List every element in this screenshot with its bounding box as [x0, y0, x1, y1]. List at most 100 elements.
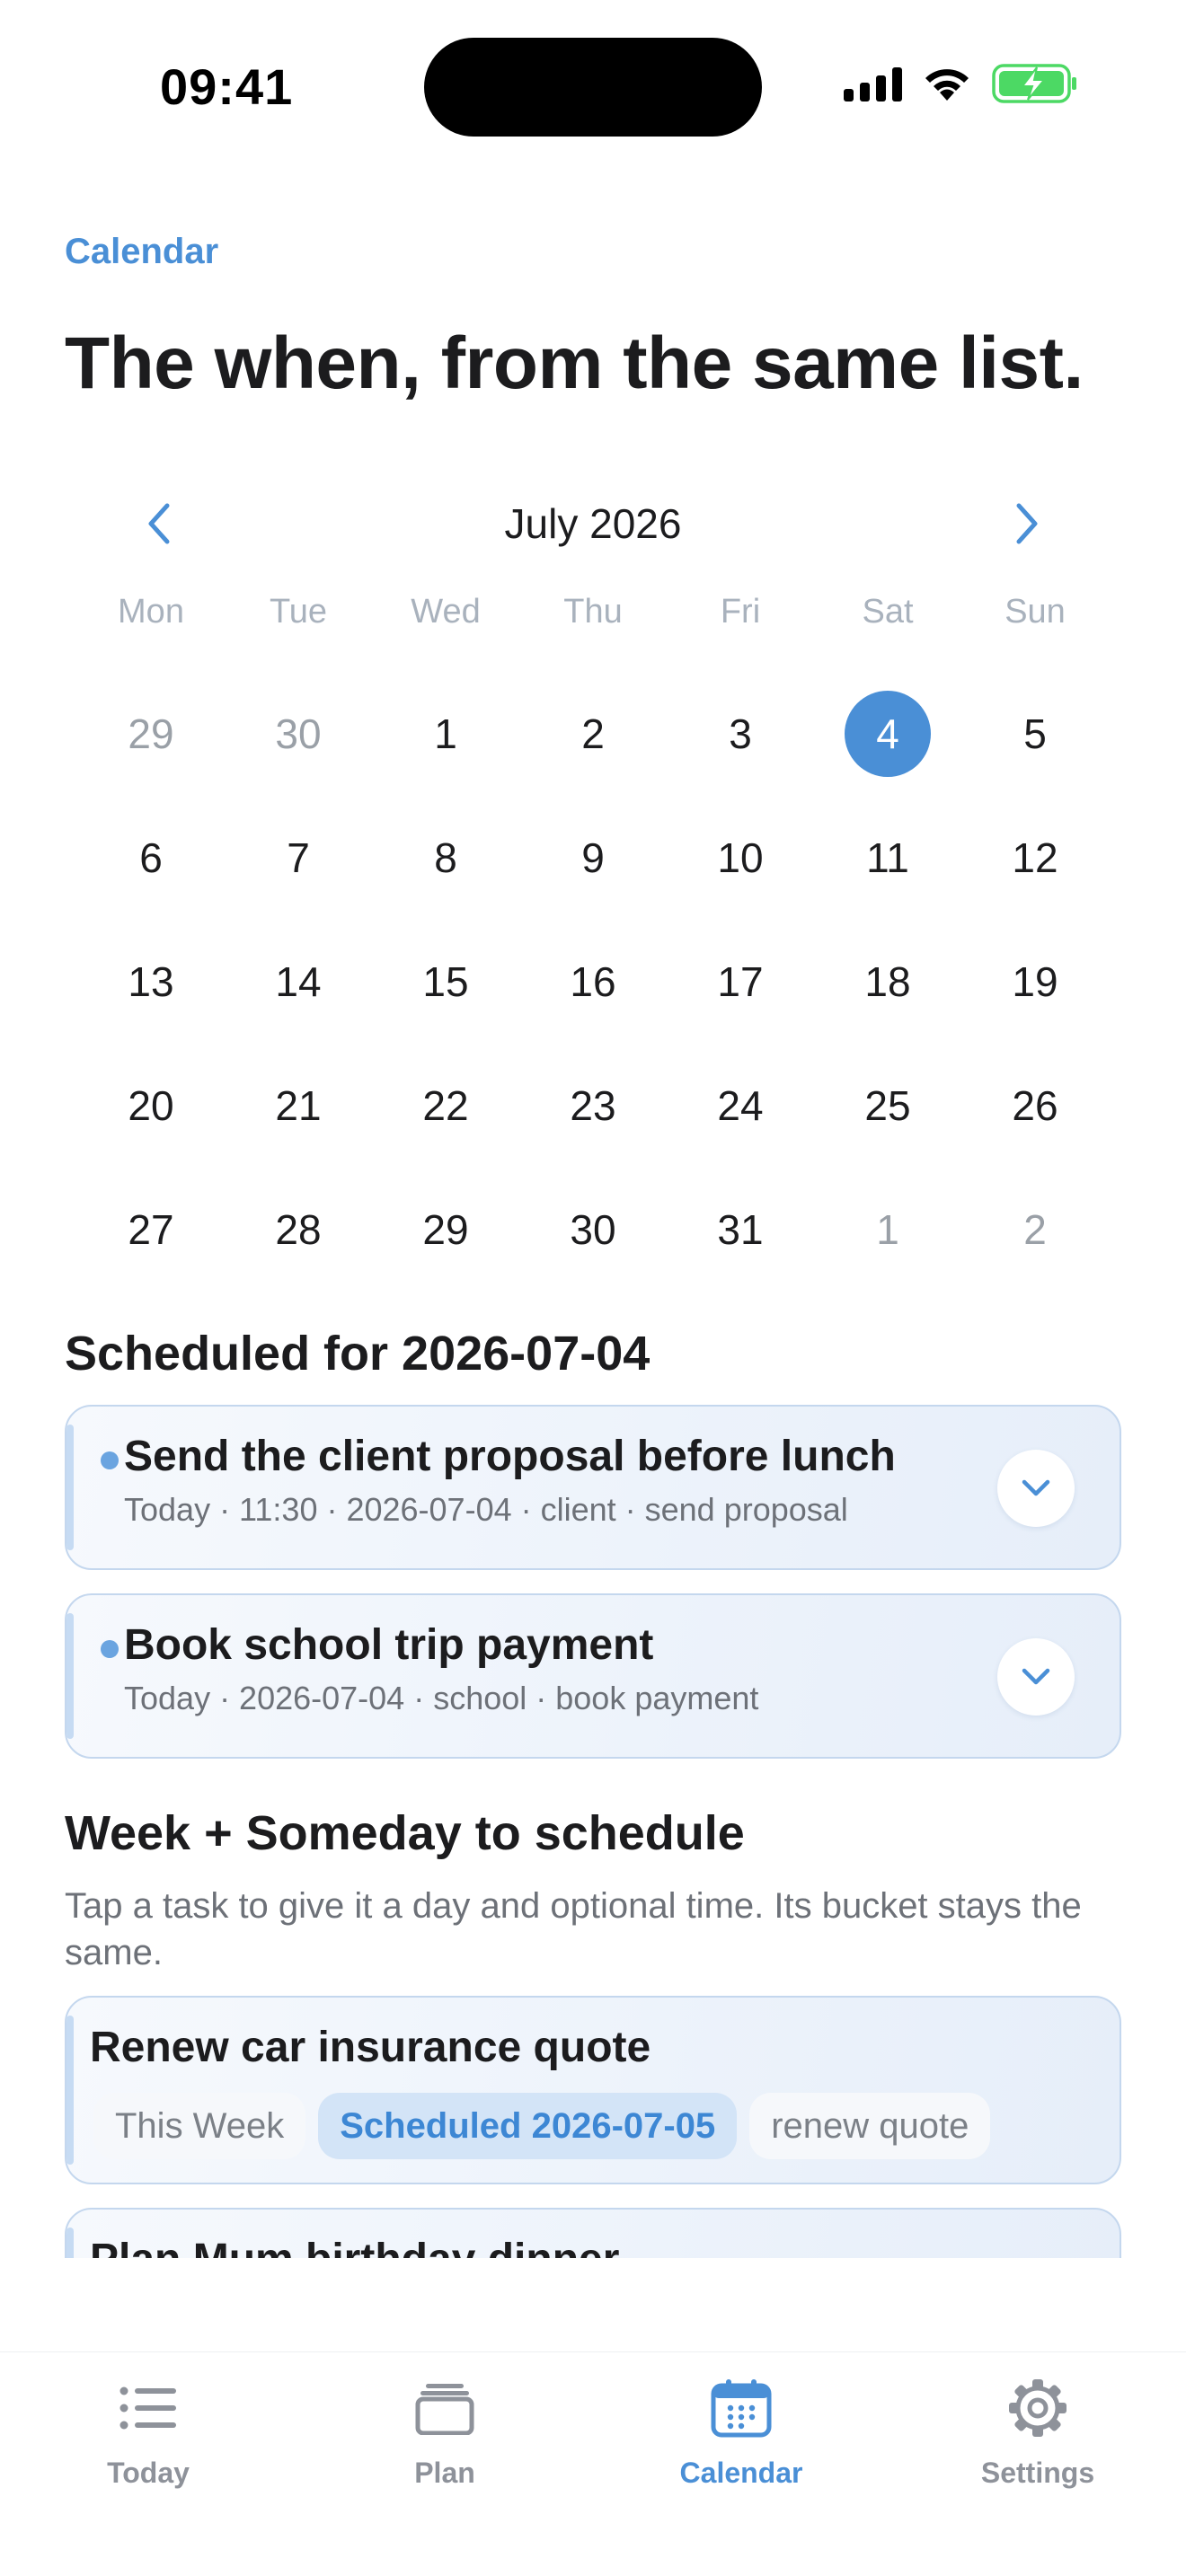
- calendar-day[interactable]: 19: [961, 920, 1109, 1044]
- day-number: 16: [570, 958, 616, 1005]
- calendar-day[interactable]: 13: [77, 920, 225, 1044]
- calendar-day[interactable]: 22: [372, 1044, 519, 1168]
- scheduled-task-card[interactable]: Book school trip payment Today · 2026-07…: [65, 1593, 1121, 1759]
- tag-chip[interactable]: renew quote: [749, 2093, 991, 2159]
- calendar-day[interactable]: 1: [814, 1168, 961, 1292]
- calendar-day[interactable]: 25: [814, 1044, 961, 1168]
- battery-charging-icon: [992, 64, 1076, 103]
- calendar-day[interactable]: 15: [372, 920, 519, 1044]
- card-accent: [66, 2016, 74, 2165]
- day-number: 29: [128, 710, 174, 757]
- weekday-label: Sun: [1005, 593, 1066, 631]
- calendar-day[interactable]: 17: [667, 920, 814, 1044]
- calendar-day[interactable]: 27: [77, 1168, 225, 1292]
- calendar-day[interactable]: 8: [372, 796, 519, 920]
- task-title: Plan Mum birthday dinner: [90, 2235, 619, 2258]
- calendar-day[interactable]: 2: [961, 1168, 1109, 1292]
- calendar-day[interactable]: 30: [519, 1168, 667, 1292]
- day-number: 27: [128, 1206, 174, 1253]
- weekday-label: Sat: [862, 593, 914, 631]
- scheduled-date-chip[interactable]: Scheduled 2026-07-05: [318, 2093, 738, 2159]
- calendar-day[interactable]: 21: [225, 1044, 372, 1168]
- calendar-day[interactable]: 23: [519, 1044, 667, 1168]
- calendar-day[interactable]: 10: [667, 796, 814, 920]
- chevron-down-icon: [1022, 1668, 1050, 1685]
- calendar-day[interactable]: 11: [814, 796, 961, 920]
- day-number: 23: [570, 1082, 616, 1129]
- calendar-day[interactable]: 16: [519, 920, 667, 1044]
- task-status-dot: [101, 1451, 119, 1469]
- status-icons: [844, 63, 1078, 104]
- calendar-day[interactable]: 30: [225, 672, 372, 796]
- task-chips: This Week Scheduled 2026-07-05 renew quo…: [93, 2093, 991, 2159]
- next-month-button[interactable]: [987, 492, 1067, 555]
- calendar-day[interactable]: 31: [667, 1168, 814, 1292]
- expand-task-button[interactable]: [997, 1638, 1075, 1716]
- scheduled-section-title: Scheduled for 2026-07-04: [65, 1327, 651, 1381]
- dynamic-island: [424, 38, 762, 137]
- calendar-grid: Mon Tue Wed Thu Fri Sat Sun 29 30 1 2 3 4 5 6 7 8…: [77, 593, 1109, 1292]
- day-number: 25: [864, 1082, 911, 1129]
- tab-label: Today: [107, 2457, 190, 2489]
- calendar-day[interactable]: 3: [667, 672, 814, 796]
- calendar-day-selected[interactable]: 4: [814, 672, 961, 796]
- tab-label: Plan: [414, 2457, 475, 2489]
- calendar-day[interactable]: 12: [961, 796, 1109, 920]
- day-number: 1: [434, 710, 457, 757]
- to-schedule-description: Tap a task to give it a day and optional…: [65, 1886, 1082, 1972]
- calendar-day[interactable]: 28: [225, 1168, 372, 1292]
- day-number: 17: [717, 958, 764, 1005]
- day-number: 8: [434, 834, 457, 881]
- weekday-label: Thu: [563, 593, 623, 631]
- calendar-icon: [705, 2372, 777, 2444]
- calendar-day[interactable]: 6: [77, 796, 225, 920]
- calendar-day[interactable]: 24: [667, 1044, 814, 1168]
- day-number: 2: [581, 710, 605, 757]
- day-number: 12: [1012, 834, 1058, 881]
- tab-calendar[interactable]: Calendar: [593, 2372, 890, 2507]
- bucket-chip[interactable]: This Week: [93, 2093, 306, 2159]
- tab-today[interactable]: Today: [0, 2372, 296, 2507]
- tab-settings[interactable]: Settings: [890, 2372, 1186, 2507]
- calendar-day[interactable]: 20: [77, 1044, 225, 1168]
- status-bar: 09:41: [0, 0, 1186, 171]
- calendar-day[interactable]: 29: [77, 672, 225, 796]
- day-number: 7: [287, 834, 310, 881]
- scheduled-task-card[interactable]: Send the client proposal before lunch To…: [65, 1405, 1121, 1570]
- calendar-day[interactable]: 26: [961, 1044, 1109, 1168]
- tab-bar: Today Plan Calendar Settings: [0, 2351, 1186, 2576]
- day-number: 21: [275, 1082, 322, 1129]
- calendar-day[interactable]: 14: [225, 920, 372, 1044]
- calendar-day[interactable]: 1: [372, 672, 519, 796]
- card-accent: [66, 1425, 74, 1550]
- card-accent: [66, 1613, 74, 1739]
- tab-label: Settings: [980, 2457, 1095, 2489]
- unscheduled-task-card[interactable]: Plan Mum birthday dinner: [65, 2208, 1121, 2258]
- calendar-day[interactable]: 18: [814, 920, 961, 1044]
- task-meta: Today · 2026-07-04 · school · book payme…: [124, 1680, 759, 1716]
- day-number: 18: [864, 958, 911, 1005]
- day-number: 6: [139, 834, 163, 881]
- day-number: 28: [275, 1206, 322, 1253]
- status-time: 09:41: [160, 58, 294, 115]
- day-number: 31: [717, 1206, 764, 1253]
- day-number: 24: [717, 1082, 764, 1129]
- section-eyebrow: Calendar: [65, 232, 219, 271]
- day-number: 13: [128, 958, 174, 1005]
- expand-task-button[interactable]: [997, 1450, 1075, 1527]
- calendar-day[interactable]: 5: [961, 672, 1109, 796]
- tab-plan[interactable]: Plan: [296, 2372, 593, 2507]
- day-number: 11: [866, 834, 909, 881]
- calendar-day[interactable]: 9: [519, 796, 667, 920]
- tab-label: Calendar: [679, 2457, 803, 2489]
- day-number: 4: [845, 691, 931, 777]
- unscheduled-task-card[interactable]: Renew car insurance quote This Week Sche…: [65, 1996, 1121, 2184]
- weekday-label: Wed: [411, 593, 481, 631]
- page-title: The when, from the same list.: [65, 322, 1084, 404]
- gear-icon: [1002, 2372, 1074, 2444]
- calendar-header: July 2026: [65, 492, 1121, 555]
- weekday-label: Mon: [118, 593, 184, 631]
- calendar-day[interactable]: 2: [519, 672, 667, 796]
- calendar-day[interactable]: 29: [372, 1168, 519, 1292]
- calendar-day[interactable]: 7: [225, 796, 372, 920]
